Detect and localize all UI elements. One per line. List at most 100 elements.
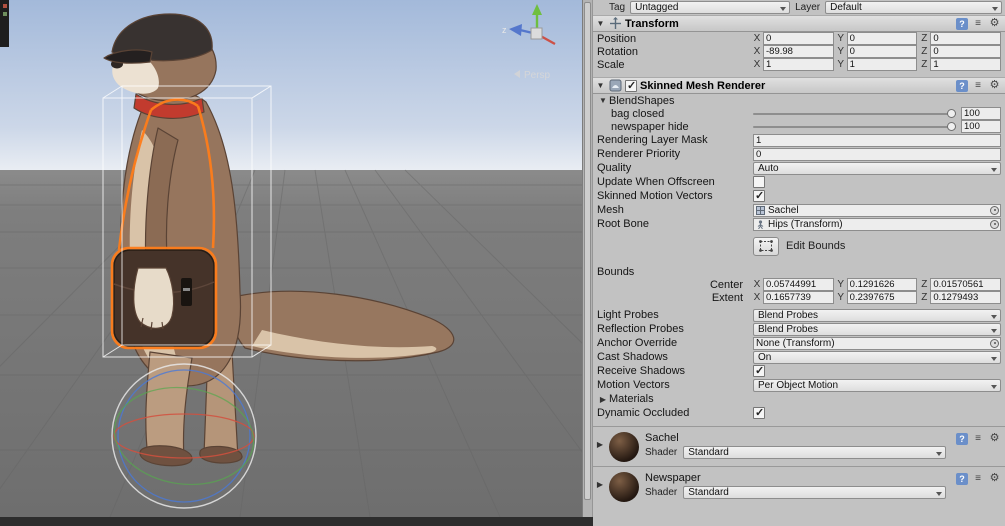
anchor-override-object-field[interactable]: None (Transform): [753, 336, 1001, 350]
foldout-closed-icon[interactable]: ▶: [595, 480, 605, 489]
header-icons: ? ≡ ⚙: [956, 79, 1001, 92]
scale-z-field[interactable]: 1: [930, 58, 1002, 71]
rendering-layer-mask-field[interactable]: 1: [753, 133, 1001, 147]
help-icon[interactable]: ?: [956, 432, 968, 445]
reflection-probes-dropdown[interactable]: Blend Probes: [753, 322, 1001, 336]
object-picker-icon[interactable]: [990, 338, 999, 348]
blendshape-slider[interactable]: [753, 107, 956, 120]
object-picker-icon[interactable]: [990, 205, 999, 215]
light-probes-dropdown[interactable]: Blend Probes: [753, 308, 1001, 322]
rotation-z-field[interactable]: 0: [930, 45, 1002, 58]
preset-icon[interactable]: ≡: [972, 473, 984, 485]
receive-shadows-checkbox[interactable]: [753, 364, 765, 377]
blendshape-label: bag closed: [611, 107, 665, 120]
mesh-row: Mesh Sachel: [593, 203, 1005, 217]
quality-dropdown[interactable]: Auto: [753, 161, 1001, 175]
axis-x-label: X: [753, 279, 761, 290]
axis-x-label: X: [753, 59, 761, 70]
motion-vectors-row: Motion Vectors Per Object Motion: [593, 378, 1005, 392]
axis-y-label: Y: [837, 59, 844, 70]
renderer-priority-field[interactable]: 0: [753, 147, 1001, 161]
gear-icon[interactable]: ⚙: [988, 432, 1001, 445]
dynamic-occluded-checkbox[interactable]: [753, 406, 765, 419]
field-label: Motion Vectors: [597, 379, 670, 391]
gear-icon[interactable]: ⚙: [988, 79, 1001, 92]
mesh-value: Sachel: [768, 204, 799, 216]
position-y-field[interactable]: 0: [846, 32, 918, 45]
foldout-open-icon[interactable]: ▼: [595, 81, 606, 90]
help-icon[interactable]: ?: [956, 79, 968, 92]
edit-bounds-row: Edit Bounds: [753, 235, 1005, 257]
gizmo-cube[interactable]: [530, 27, 543, 40]
skinned-mesh-renderer-header[interactable]: ▼ Skinned Mesh Renderer ? ≡ ⚙: [593, 77, 1005, 94]
center-y-field[interactable]: 0.1291626: [846, 278, 918, 291]
foldout-closed-icon[interactable]: ▶: [595, 440, 605, 449]
blendshape-value-field[interactable]: 100: [961, 120, 1001, 133]
foldout-closed-icon[interactable]: ▶: [597, 395, 609, 404]
blendshapes-foldout[interactable]: ▼ BlendShapes: [593, 94, 1005, 107]
position-z-field[interactable]: 0: [930, 32, 1002, 45]
blendshape-slider[interactable]: [753, 120, 956, 133]
shader-dropdown[interactable]: Standard: [683, 446, 946, 459]
extent-z-field[interactable]: 0.1279493: [930, 291, 1002, 304]
rotation-x-field[interactable]: -89.98: [763, 45, 834, 58]
preset-icon[interactable]: ≡: [972, 18, 984, 30]
help-icon[interactable]: ?: [956, 472, 968, 485]
gear-icon[interactable]: ⚙: [988, 472, 1001, 485]
material-section-newspaper[interactable]: ▶ Newspaper Shader Standard ? ≡ ⚙: [593, 466, 1005, 506]
material-section-sachel[interactable]: ▶ Sachel Shader Standard ? ≡ ⚙: [593, 426, 1005, 466]
anchor-override-row: Anchor Override None (Transform): [593, 336, 1005, 350]
center-label: Center: [709, 278, 743, 291]
materials-foldout[interactable]: ▶ Materials: [593, 392, 1005, 406]
inspector-scrollbar[interactable]: [582, 0, 593, 526]
mesh-object-field[interactable]: Sachel: [753, 203, 1001, 217]
preset-icon[interactable]: ≡: [972, 80, 984, 92]
bounds-section-row: Bounds: [593, 265, 1005, 278]
tag-dropdown[interactable]: Untagged: [630, 1, 791, 14]
transform-header[interactable]: ▼ Transform ? ≡ ⚙: [593, 15, 1005, 32]
scrollbar-thumb[interactable]: [584, 2, 591, 500]
foldout-open-icon[interactable]: ▼: [595, 19, 606, 28]
update-when-offscreen-checkbox[interactable]: [753, 176, 765, 188]
rendering-layer-mask-row: Rendering Layer Mask 1: [593, 133, 1005, 147]
field-label: Light Probes: [597, 309, 659, 321]
edit-bounds-label: Edit Bounds: [786, 240, 846, 252]
slider-knob[interactable]: [947, 122, 956, 131]
scene-bottom-bar: [0, 517, 593, 526]
axis-z-label: Z: [921, 46, 928, 57]
blendshape-row: bag closed 100: [593, 107, 1005, 120]
axis-z-label: Z: [921, 33, 928, 44]
axis-y-label: Y: [837, 33, 844, 44]
layer-dropdown[interactable]: Default: [825, 1, 1002, 14]
rotation-y-field[interactable]: 0: [846, 45, 918, 58]
scale-y-field[interactable]: 1: [846, 58, 918, 71]
cast-shadows-dropdown[interactable]: On: [753, 350, 1001, 364]
blendshape-value-field[interactable]: 100: [961, 107, 1001, 120]
position-x-field[interactable]: 0: [763, 32, 834, 45]
root-bone-row: Root Bone Hips (Transform): [593, 217, 1005, 231]
tag-label: Tag: [609, 2, 626, 13]
scene-view[interactable]: z Persp: [0, 0, 582, 517]
root-bone-object-field[interactable]: Hips (Transform): [753, 217, 1001, 231]
slider-knob[interactable]: [947, 109, 956, 118]
cast-shadows-row: Cast Shadows On: [593, 350, 1005, 364]
edit-bounds-button[interactable]: [753, 236, 779, 256]
gear-icon[interactable]: ⚙: [988, 17, 1001, 30]
skinned-motion-vectors-checkbox[interactable]: [753, 189, 765, 202]
foldout-open-icon[interactable]: ▼: [597, 96, 609, 105]
motion-vectors-dropdown[interactable]: Per Object Motion: [753, 378, 1001, 392]
component-enabled-checkbox[interactable]: [625, 79, 637, 92]
scale-x-field[interactable]: 1: [763, 58, 834, 71]
preset-icon[interactable]: ≡: [972, 433, 984, 445]
shader-value: Standard: [688, 487, 729, 498]
extent-y-field[interactable]: 0.2397675: [846, 291, 918, 304]
object-picker-icon[interactable]: [990, 219, 999, 229]
field-label: Scale: [597, 58, 625, 71]
material-preview-sphere[interactable]: [609, 432, 639, 462]
center-x-field[interactable]: 0.05744991: [763, 278, 834, 291]
shader-dropdown[interactable]: Standard: [683, 486, 946, 499]
material-preview-sphere[interactable]: [609, 472, 639, 502]
extent-x-field[interactable]: 0.1657739: [763, 291, 834, 304]
center-z-field[interactable]: 0.01570561: [930, 278, 1002, 291]
help-icon[interactable]: ?: [956, 17, 968, 30]
